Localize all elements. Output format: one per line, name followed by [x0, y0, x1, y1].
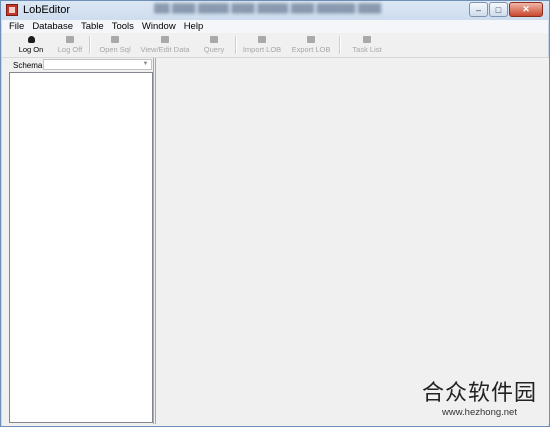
toolbar-label: Import LOB: [242, 45, 282, 54]
menu-help[interactable]: Help: [180, 20, 208, 33]
toolbar-label: Log On: [18, 45, 44, 54]
schema-tree[interactable]: [9, 72, 153, 423]
toolbar-separator: [89, 36, 91, 54]
toolbar-separator: [235, 36, 237, 54]
task-list-icon: [363, 36, 371, 43]
toolbar: Log On Log Off Open Sql View/Edit Data Q…: [2, 33, 548, 58]
task-list-button[interactable]: Task List: [350, 34, 384, 56]
open-sql-button[interactable]: Open Sql: [97, 34, 133, 56]
menu-window[interactable]: Window: [138, 20, 180, 33]
log-on-button[interactable]: Log On: [16, 34, 46, 56]
client-area: Schema ▼: [2, 58, 549, 426]
blurred-title-text: ▇▇ ▇▇▇ ▇▇▇▇ ▇▇▇ ▇▇▇▇ ▇▇▇ ▇▇▇▇▇ ▇▇▇: [154, 3, 382, 14]
menu-file[interactable]: File: [2, 20, 28, 33]
export-lob-button[interactable]: Export LOB: [291, 34, 331, 56]
user-key-icon: [27, 36, 35, 43]
chevron-down-icon[interactable]: ▼: [141, 60, 150, 69]
export-icon: [307, 36, 315, 43]
watermark-url: www.hezhong.net: [441, 407, 517, 418]
window-title: LobEditor: [23, 4, 71, 16]
title-bar[interactable]: LobEditor ▇▇ ▇▇▇ ▇▇▇▇ ▇▇▇ ▇▇▇▇ ▇▇▇ ▇▇▇▇▇…: [1, 1, 549, 20]
query-button[interactable]: Query: [199, 34, 229, 56]
close-button[interactable]: ✕: [509, 2, 543, 17]
app-icon: [6, 4, 18, 16]
menu-tools[interactable]: Tools: [108, 20, 138, 33]
menu-bar: File Database Table Tools Window Help: [2, 20, 548, 33]
minimize-button[interactable]: –: [469, 2, 488, 17]
import-icon: [258, 36, 266, 43]
toolbar-label: Export LOB: [291, 45, 331, 54]
toolbar-label: Open Sql: [99, 45, 131, 54]
log-off-button[interactable]: Log Off: [55, 34, 85, 56]
menu-table[interactable]: Table: [77, 20, 108, 33]
edit-data-icon: [161, 36, 169, 43]
view-edit-data-button[interactable]: View/Edit Data: [139, 34, 191, 56]
query-icon: [210, 36, 218, 43]
mdi-workspace: [155, 58, 549, 424]
schema-dropdown[interactable]: ▼: [43, 59, 152, 70]
toolbar-label: Log Off: [57, 45, 83, 54]
folder-icon: [111, 36, 119, 43]
watermark: 合众软件园 www.hezhong.net: [422, 375, 537, 418]
menu-database[interactable]: Database: [28, 20, 77, 33]
user-exit-icon: [66, 36, 74, 43]
toolbar-separator: [339, 36, 341, 54]
toolbar-label: Query: [203, 45, 225, 54]
toolbar-label: View/Edit Data: [140, 45, 190, 54]
schema-panel: Schema ▼: [4, 58, 154, 424]
app-window: LobEditor ▇▇ ▇▇▇ ▇▇▇▇ ▇▇▇ ▇▇▇▇ ▇▇▇ ▇▇▇▇▇…: [0, 0, 550, 427]
schema-label: Schema: [13, 61, 43, 70]
import-lob-button[interactable]: Import LOB: [242, 34, 282, 56]
window-controls: – □ ✕: [469, 2, 543, 17]
maximize-button[interactable]: □: [489, 2, 508, 17]
toolbar-label: Task List: [352, 45, 382, 54]
watermark-logo-text: 合众软件园: [421, 381, 537, 406]
